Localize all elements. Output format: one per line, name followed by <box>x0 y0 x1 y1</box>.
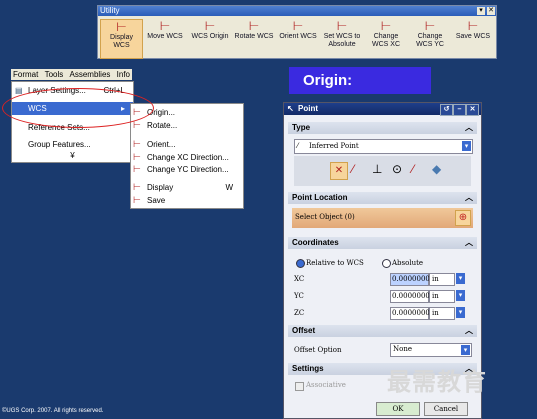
point-on-curve-icon[interactable]: ⁄ <box>412 162 414 176</box>
midpoint-snap-icon[interactable]: ⊥ <box>372 162 382 176</box>
menu-tools[interactable]: Tools <box>45 70 64 79</box>
yc-input[interactable]: 0.0000000 <box>390 290 430 303</box>
set-wcs-absolute-icon: ⊢ <box>336 19 348 33</box>
save-wcs-icon: ⊢ <box>467 19 479 33</box>
menu-expand[interactable]: ¥ <box>12 149 133 162</box>
xc-unit-select[interactable]: in <box>429 273 455 286</box>
chevron-down-icon: ▾ <box>462 141 471 151</box>
change-wcs-xc-button[interactable]: ⊢ Change WCS XC <box>364 19 408 57</box>
collapse-icon: ︿ <box>465 193 473 202</box>
select-object-bar[interactable]: Select Object (0) ⊕ <box>292 208 473 228</box>
chevron-down-icon: ▾ <box>461 345 470 355</box>
menu-assemblies[interactable]: Assemblies <box>70 70 111 79</box>
close-icon[interactable]: ✕ <box>487 7 495 15</box>
collapse-icon: ︿ <box>465 123 473 132</box>
expand-icon: ¥ <box>70 151 75 160</box>
inferred-point-icon: ⁄ <box>297 142 299 150</box>
change-wcs-xc-icon: ⊢ <box>380 19 392 33</box>
wcs-item-orient[interactable]: ⊢ Orient... <box>131 138 243 151</box>
orient-icon: ⊢ <box>133 139 141 149</box>
display-wcs-button[interactable]: ⊢ Display WCS <box>100 19 143 59</box>
wcs-item-save[interactable]: ⊢ Save <box>131 194 243 207</box>
save-icon: ⊢ <box>133 195 141 205</box>
display-icon: ⊢ <box>133 182 141 192</box>
snap-toolbar: ✕ ⁄ ⊥ ⊙ ⁄ ◆ <box>294 156 471 186</box>
dropdown-icon[interactable]: ▾ <box>477 7 485 15</box>
point-dialog-titlebar: ↖ Point ↺ – ✕ <box>284 103 481 116</box>
zc-options-icon[interactable]: ▾ <box>456 307 465 318</box>
yc-unit-select[interactable]: in <box>429 290 455 303</box>
copyright-footer: ©UGS Corp. 2007. All rights reserved. <box>2 408 104 414</box>
center-snap-icon[interactable]: ⊙ <box>392 162 402 176</box>
point-location-section-header[interactable]: Point Location ︿ <box>288 192 477 204</box>
orient-wcs-icon: ⊢ <box>292 19 304 33</box>
collapse-icon: ︿ <box>465 238 473 247</box>
point-dialog-icon: ↖ <box>287 104 294 113</box>
menu-format[interactable]: Format <box>13 70 38 79</box>
offset-option-select[interactable]: None ▾ <box>390 343 472 357</box>
cube-snap-icon[interactable]: ◆ <box>432 162 441 176</box>
origin-label: Origin: <box>289 67 431 94</box>
wcs-item-change-yc[interactable]: ⊢ Change YC Direction... <box>131 163 243 176</box>
highlight-ellipse <box>2 88 154 128</box>
move-wcs-button[interactable]: ⊢ Move WCS <box>144 19 186 57</box>
xc-input[interactable]: 0.0000000 <box>390 273 430 286</box>
change-yc-icon: ⊢ <box>133 164 141 174</box>
menu-info[interactable]: Info <box>117 70 130 79</box>
menu-bar: Format Tools Assemblies Info <box>11 69 132 80</box>
zc-unit-select[interactable]: in <box>429 307 455 320</box>
endpoint-snap-icon[interactable]: ⁄ <box>352 162 354 176</box>
orient-wcs-button[interactable]: ⊢ Orient WCS <box>276 19 320 57</box>
zc-input[interactable]: 0.0000000 <box>390 307 430 320</box>
type-section-header[interactable]: Type ︿ <box>288 122 477 134</box>
rotate-wcs-icon: ⊢ <box>248 19 260 33</box>
change-wcs-yc-button[interactable]: ⊢ Change WCS YC <box>408 19 452 57</box>
cancel-button[interactable]: Cancel <box>424 402 468 416</box>
coordinates-section-header[interactable]: Coordinates ︿ <box>288 237 477 249</box>
wcs-submenu: ⊢ Origin... ⊢ Rotate... ⊢ Orient... ⊢ Ch… <box>130 103 244 209</box>
display-wcs-icon: ⊢ <box>116 20 127 34</box>
inferred-snap-icon[interactable]: ✕ <box>330 162 348 180</box>
reset-icon[interactable]: ↺ <box>440 104 453 116</box>
crosshair-icon[interactable]: ⊕ <box>455 210 471 226</box>
close-icon[interactable]: ✕ <box>466 104 479 116</box>
point-dialog-title: Point <box>298 104 318 113</box>
offset-section-header[interactable]: Offset ︿ <box>288 325 477 337</box>
type-select[interactable]: ⁄ Inferred Point ▾ <box>294 139 473 154</box>
collapse-icon: ︿ <box>465 326 473 335</box>
utility-titlebar: Utility ▾ ✕ <box>98 6 496 16</box>
watermark: 最需教育 <box>387 368 487 396</box>
wcs-item-rotate[interactable]: ⊢ Rotate... <box>131 119 243 132</box>
wcs-origin-icon: ⊢ <box>204 19 216 33</box>
associative-checkbox[interactable] <box>295 382 304 391</box>
absolute-radio[interactable] <box>382 259 391 268</box>
utility-toolbar: Utility ▾ ✕ ⊢ Display WCS ⊢ Move WCS ⊢ W… <box>97 5 497 59</box>
yc-options-icon[interactable]: ▾ <box>456 290 465 301</box>
ok-button[interactable]: OK <box>376 402 420 416</box>
utility-title: Utility <box>100 6 120 15</box>
change-wcs-yc-icon: ⊢ <box>424 19 436 33</box>
relative-to-wcs-radio[interactable] <box>296 259 305 268</box>
minimize-icon[interactable]: – <box>453 104 466 116</box>
move-wcs-icon: ⊢ <box>159 19 171 33</box>
xc-options-icon[interactable]: ▾ <box>456 273 465 284</box>
wcs-item-display[interactable]: ⊢ Display W <box>131 181 243 194</box>
rotate-wcs-button[interactable]: ⊢ Rotate WCS <box>232 19 276 57</box>
set-wcs-absolute-button[interactable]: ⊢ Set WCS to Absolute <box>320 19 364 57</box>
wcs-origin-button[interactable]: ⊢ WCS Origin <box>188 19 232 57</box>
save-wcs-button[interactable]: ⊢ Save WCS <box>452 19 494 57</box>
